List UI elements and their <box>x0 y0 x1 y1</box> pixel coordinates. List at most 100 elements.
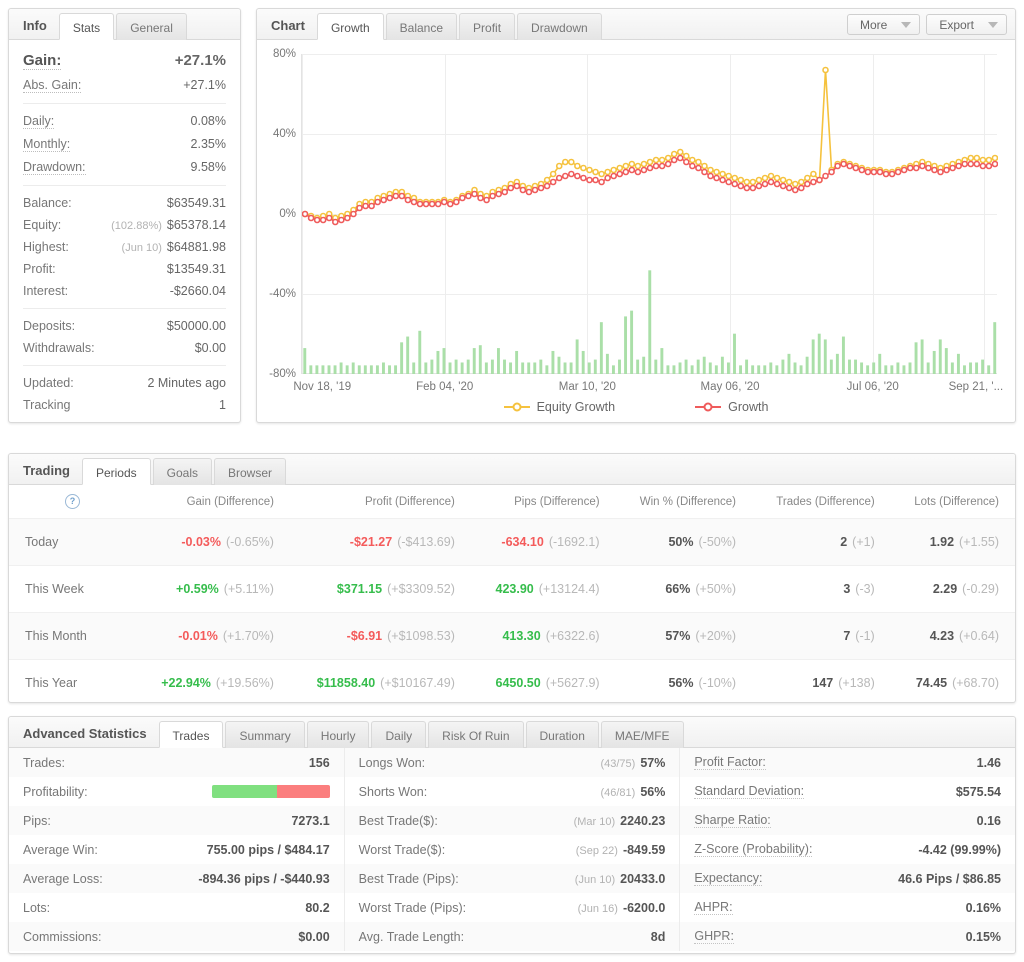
table-column-header: Gain (Difference) <box>136 485 290 519</box>
info-row-label: Highest: <box>23 240 69 254</box>
cell-value: 66% <box>665 582 690 596</box>
info-row-label: Gain: <box>23 52 61 70</box>
advanced-stat-value: (43/75)57% <box>600 756 665 770</box>
dashboard-page: Info StatsGeneral Gain:+27.1%Abs. Gain:+… <box>0 0 1024 962</box>
advanced-stat-prefix: (46/81) <box>600 787 635 799</box>
advanced-stat-label: Sharpe Ratio: <box>694 813 770 828</box>
tab-risk-of-ruin[interactable]: Risk Of Ruin <box>428 721 523 748</box>
cell-difference: (+5627.9) <box>546 676 600 690</box>
advanced-stat-label: Longs Won: <box>359 756 425 770</box>
chart-plot-area[interactable]: 80%40%0%-40%-80%Nov 18, '19Feb 04, '20Ma… <box>301 54 997 374</box>
question-icon[interactable]: ? <box>65 494 80 509</box>
tab-stats[interactable]: Stats <box>59 13 114 40</box>
table-cell-lots: 74.45(+68.70) <box>891 660 1015 707</box>
info-row: Drawdown:9.58% <box>23 156 226 179</box>
info-row-label: Equity: <box>23 218 61 232</box>
tab-balance[interactable]: Balance <box>386 13 457 40</box>
table-row[interactable]: This Week+0.59%(+5.11%)$371.15(+$3309.52… <box>9 566 1015 613</box>
table-column-header: Profit (Difference) <box>290 485 471 519</box>
advanced-stat-number: 20433.0 <box>620 872 665 886</box>
advanced-stat-row: Worst Trade($):(Sep 22)-849.59 <box>345 835 680 864</box>
more-button-label: More <box>860 18 887 32</box>
cell-difference: (+68.70) <box>952 676 999 690</box>
cell-difference: (+1.55) <box>959 535 999 549</box>
more-button[interactable]: More <box>847 14 920 35</box>
tab-periods[interactable]: Periods <box>82 458 151 485</box>
tab-browser[interactable]: Browser <box>214 458 286 485</box>
cell-difference: (-$413.69) <box>397 535 455 549</box>
cell-value: 2.29 <box>933 582 957 596</box>
info-row-value: 0.08% <box>191 114 226 128</box>
legend-item[interactable]: Equity Growth <box>504 400 616 414</box>
advanced-stat-row: Expectancy:46.6 Pips / $86.85 <box>680 864 1015 893</box>
advanced-stat-number: 1.46 <box>977 756 1001 770</box>
advanced-stat-label: Profitability: <box>23 785 88 799</box>
advanced-stat-label: Worst Trade (Pips): <box>359 901 466 915</box>
advanced-stat-row: Z-Score (Probability):-4.42 (99.99%) <box>680 835 1015 864</box>
cell-difference: (-50%) <box>699 535 737 549</box>
periods-table: ?Gain (Difference)Profit (Difference)Pip… <box>9 485 1015 706</box>
advanced-stat-number: 0.16 <box>977 814 1001 828</box>
info-row-prefix: (102.88%) <box>111 220 162 232</box>
table-row[interactable]: This Year+22.94%(+19.56%)$11858.40(+$101… <box>9 660 1015 707</box>
tab-growth[interactable]: Growth <box>317 13 384 40</box>
cell-value: +22.94% <box>161 676 211 690</box>
advanced-stat-row: Profitability: <box>9 777 344 806</box>
growth-chart[interactable]: 80%40%0%-40%-80%Nov 18, '19Feb 04, '20Ma… <box>257 40 1015 422</box>
table-cell-lots: 2.29(-0.29) <box>891 566 1015 613</box>
advanced-stat-row: Shorts Won:(46/81)56% <box>345 777 680 806</box>
tab-daily[interactable]: Daily <box>371 721 426 748</box>
table-cell-lots: 4.23(+0.64) <box>891 613 1015 660</box>
advanced-stats-column-3: Profit Factor:1.46Standard Deviation:$57… <box>679 748 1015 951</box>
advanced-stat-number: 0.16% <box>966 901 1001 915</box>
advanced-stat-label: GHPR: <box>694 929 734 944</box>
table-cell-win: 50%(-50%) <box>616 519 752 566</box>
table-cell-trades: 3(-3) <box>752 566 891 613</box>
chart-panel-title: Chart <box>267 19 317 39</box>
table-row[interactable]: This Month-0.01%(+1.70%)-$6.91(+$1098.53… <box>9 613 1015 660</box>
table-cell-lots: 1.92(+1.55) <box>891 519 1015 566</box>
info-row-value: -$2660.04 <box>170 284 226 298</box>
export-button[interactable]: Export <box>926 14 1007 35</box>
tab-general[interactable]: General <box>116 13 187 40</box>
chart-toolbar: More Export <box>847 14 1015 39</box>
advanced-stat-number: 56% <box>640 785 665 799</box>
cell-difference: (+0.64) <box>959 629 999 643</box>
advanced-stat-value: 0.15% <box>966 930 1001 944</box>
cell-value: 3 <box>843 582 850 596</box>
advanced-stat-number: -849.59 <box>623 843 665 857</box>
chevron-down-icon <box>901 22 911 28</box>
tab-trades[interactable]: Trades <box>159 721 224 748</box>
tab-hourly[interactable]: Hourly <box>307 721 370 748</box>
tab-duration[interactable]: Duration <box>526 721 599 748</box>
tab-summary[interactable]: Summary <box>225 721 304 748</box>
info-row-value: $63549.31 <box>167 196 226 210</box>
info-row-number: 2 Minutes ago <box>147 376 226 390</box>
tab-mae-mfe[interactable]: MAE/MFE <box>601 721 684 748</box>
info-tabbar: Info StatsGeneral <box>9 9 240 40</box>
table-row[interactable]: Today-0.03%(-0.65%)-$21.27(-$413.69)-634… <box>9 519 1015 566</box>
advanced-stat-row: GHPR: 0.15% <box>680 922 1015 951</box>
info-row: Deposits:$50000.00 <box>23 315 226 337</box>
tab-drawdown[interactable]: Drawdown <box>517 13 602 40</box>
advanced-stat-value: 8d <box>651 930 666 944</box>
info-row: Equity:(102.88%)$65378.14 <box>23 214 226 236</box>
advanced-stat-number: 0.15% <box>966 930 1001 944</box>
tab-goals[interactable]: Goals <box>153 458 212 485</box>
info-row-label: Interest: <box>23 284 68 298</box>
cell-difference: (+$10167.49) <box>380 676 455 690</box>
info-row-value: 2 Minutes ago <box>147 376 226 390</box>
info-row-number: $63549.31 <box>167 196 226 210</box>
info-row: Monthly:2.35% <box>23 133 226 156</box>
info-row-label: Abs. Gain: <box>23 78 81 93</box>
profitability-bar <box>212 785 330 798</box>
legend-marker-icon <box>695 406 721 408</box>
info-row: Withdrawals:$0.00 <box>23 337 226 359</box>
advanced-stat-value: 1.46 <box>977 756 1001 770</box>
table-cell-gain: +0.59%(+5.11%) <box>136 566 290 613</box>
tab-profit[interactable]: Profit <box>459 13 515 40</box>
advanced-stat-label: AHPR: <box>694 900 732 915</box>
cell-value: 2 <box>840 535 847 549</box>
advanced-stat-value: (Jun 16)-6200.0 <box>578 901 666 915</box>
legend-item[interactable]: Growth <box>695 400 768 414</box>
